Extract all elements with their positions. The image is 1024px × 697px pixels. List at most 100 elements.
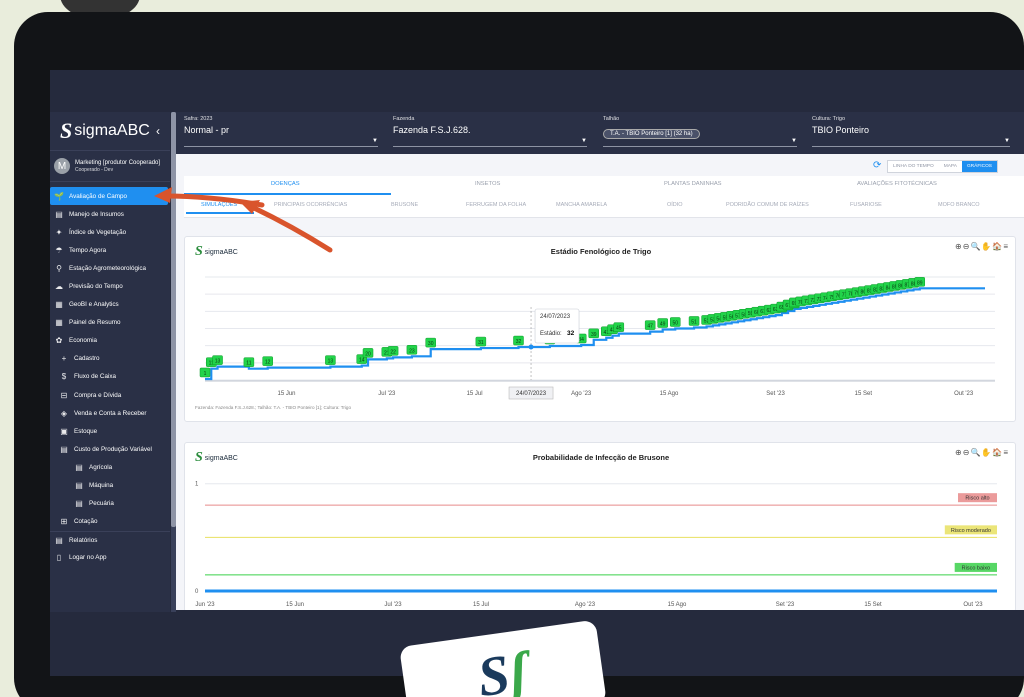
subtab-oidio[interactable]: OÍDIO: [667, 202, 683, 208]
x-tick-label: Ago '23: [571, 391, 592, 397]
sidebar-item-label: GeoBI e Analytics: [69, 301, 119, 309]
sidebar-item-cotacao[interactable]: ⊞ Cotação: [50, 513, 170, 531]
nav-icon: ▤: [60, 444, 68, 454]
data-label: 39: [591, 332, 597, 338]
sidebar-item-fluxo-de-caixa[interactable]: $ Fluxo de Caixa: [50, 368, 170, 386]
chart-brusone: 1 0 Risco alto Risco moderado Risco baixo Jun…: [184, 442, 1016, 610]
chart-brusone-svg[interactable]: 1 0 Risco alto Risco moderado Risco baixo Jun…: [185, 443, 1017, 610]
view-charts-button[interactable]: GRÁFICOS: [961, 161, 998, 172]
refresh-icon[interactable]: ⟳: [873, 160, 881, 171]
fazenda-select[interactable]: Fazenda Fazenda F.S.J.628. ▼: [393, 116, 587, 147]
view-toolbar: ⟳ LINHA DO TEMPO MAPA GRÁFICOS: [176, 154, 1024, 176]
sidebar-item-previsao-do-tempo[interactable]: ☁ Previsão do Tempo: [50, 277, 170, 295]
active-subtab-indicator: [186, 212, 254, 214]
tooltip-date: 24/07/2023: [540, 314, 571, 320]
x-tick-label: Ago '23: [575, 602, 596, 608]
sidebar-item-label: Estação Agrometeorológica: [69, 264, 147, 272]
x-tick-label: Out '23: [954, 391, 974, 397]
nav-icon: ▤: [75, 462, 83, 472]
logo-text: sigmaABC: [74, 122, 150, 139]
tab-insetos[interactable]: INSETOS: [475, 181, 500, 187]
sidebar-nav: 🌱 Avaliação de Campo ▤ Manejo de Insumos ✦ Ín…: [50, 182, 170, 567]
sidebar-item-geobi-e-analytics[interactable]: ▦ GeoBI e Analytics: [50, 296, 170, 314]
sidebar-item-painel-de-resumo[interactable]: ▦ Painel de Resumo: [50, 314, 170, 332]
data-label: 1: [204, 371, 207, 377]
subtab-mancha-amarela[interactable]: MANCHA AMARELA: [556, 202, 607, 208]
sidebar-item-venda-e-conta-a-receber[interactable]: ◈ Venda e Conta a Receber: [50, 404, 170, 422]
nav-icon: $: [61, 372, 67, 382]
x-tick-label: 15 Ago: [660, 391, 679, 397]
chart-toolbar[interactable]: ⊕⊖🔍✋🏠≡: [955, 448, 1009, 457]
x-tick-label: 15 Jul: [467, 391, 483, 397]
safra-label: Safra: 2023: [184, 116, 213, 122]
y-tick-label: 1: [195, 482, 199, 488]
chart-toolbar[interactable]: ⊕⊖🔍✋🏠≡: [955, 242, 1009, 251]
nav-icon: +: [61, 354, 67, 364]
view-map-button[interactable]: MAPA: [938, 161, 962, 172]
chevron-down-icon: ▼: [372, 138, 378, 144]
cultura-select[interactable]: Cultura: Trigo TBIO Ponteiro ▼: [812, 116, 1010, 147]
subtab-simulacoes[interactable]: SIMULAÇÕES: [201, 202, 237, 208]
app-screen: S sigmaABC ‹ M Marketing [produtor Coope…: [50, 70, 1024, 676]
sidebar-item-avaliacao-de-campo[interactable]: 🌱 Avaliação de Campo: [50, 187, 168, 206]
view-timeline-button[interactable]: LINHA DO TEMPO: [888, 161, 939, 172]
talhao-select[interactable]: Talhão T.A. - TBIO Ponteiro [1] (32 ha) …: [603, 116, 797, 147]
sidebar-item-logar-no-app[interactable]: ▯ Logar no App: [50, 549, 170, 567]
sidebar-item-estacao-agrometeorologica[interactable]: ⚲ Estação Agrometeorológica: [50, 259, 170, 277]
user-profile[interactable]: M Marketing [produtor Cooperado] Coopera…: [50, 150, 170, 182]
sidebar-item-custo-de-producao-variavel[interactable]: ▤ Custo de Produção Variável: [50, 440, 170, 458]
subtab-podridao-comum-de-raizes[interactable]: PODRIDÃO COMUM DE RAÍZES: [726, 202, 809, 208]
sidebar-item-indice-de-vegetacao[interactable]: ✦ Índice de Vegetação: [50, 223, 170, 241]
sigma-logo-icon: Sʃ: [474, 640, 532, 697]
data-label: 50: [672, 321, 678, 327]
talhao-chip[interactable]: T.A. - TBIO Ponteiro [1] (32 ha): [603, 129, 700, 139]
threshold-label: Risco baixo: [962, 565, 990, 571]
avatar: M: [54, 158, 70, 174]
x-tick-label: 15 Jul: [473, 602, 489, 608]
sidebar-item-estoque[interactable]: ▣ Estoque: [50, 422, 170, 440]
fazenda-label: Fazenda: [393, 116, 415, 122]
sidebar-item-label: Agrícola: [89, 463, 113, 471]
nav-icon: ⊞: [60, 517, 68, 527]
sidebar-item-tempo-agora[interactable]: ☂ Tempo Agora: [50, 241, 170, 259]
nav-icon: ⊟: [60, 390, 68, 400]
sidebar-item-compra-e-divida[interactable]: ⊟ Compra e Dívida: [50, 386, 170, 404]
collapse-sidebar-button[interactable]: ‹: [156, 124, 160, 138]
sidebar-item-economia[interactable]: ✿ Economia: [50, 332, 170, 350]
chart-estadio-svg[interactable]: 15 Jun Jul '23 15 Jul Ago '23 15 Ago Set '23 1…: [185, 237, 1017, 423]
x-tick-label: Jun '23: [195, 602, 215, 608]
tab-doencas[interactable]: DOENÇAS: [271, 181, 300, 187]
sidebar-item-label: Avaliação de Campo: [69, 192, 127, 200]
sidebar-item-agricola[interactable]: ▤ Agrícola: [50, 458, 170, 476]
data-label: 51: [691, 319, 697, 325]
sidebar-item-maquina[interactable]: ▤ Máquina: [50, 477, 170, 495]
sidebar-item-cadastro[interactable]: + Cadastro: [50, 350, 170, 368]
tooltip-value: 32: [567, 330, 575, 337]
axis-crosshair-label: 24/07/2023: [516, 391, 547, 397]
data-label: 32: [516, 339, 522, 345]
sidebar-item-relatorios[interactable]: ▤ Relatórios: [50, 530, 170, 549]
sidebar-item-pecuaria[interactable]: ▤ Pecuária: [50, 495, 170, 513]
nav-icon: ⚲: [56, 263, 62, 273]
sidebar-item-label: Cadastro: [74, 355, 100, 363]
data-label: 23: [409, 348, 415, 354]
sidebar-item-manejo-de-insumos[interactable]: ▤ Manejo de Insumos: [50, 205, 170, 223]
subtab-brusone[interactable]: BRUSONE: [391, 202, 418, 208]
sidebar-item-label: Pecuária: [89, 500, 114, 508]
data-label: 20: [365, 351, 371, 357]
subtab-fusariose[interactable]: FUSARIOSE: [850, 202, 882, 208]
sidebar: S sigmaABC ‹ M Marketing [produtor Coope…: [50, 112, 170, 612]
subtab-ferrugem-da-folha[interactable]: FERRUGEM DA FOLHA: [466, 202, 526, 208]
tab-avaliacoes-fitotecnicas[interactable]: AVALIAÇÕES FITOTÉCNICAS: [857, 181, 937, 187]
safra-select[interactable]: Safra: 2023 Normal - pr ▼: [184, 116, 378, 147]
data-label: 13: [215, 359, 221, 365]
tab-plantas-daninhas[interactable]: PLANTAS DANINHAS: [664, 181, 722, 187]
nav-icon: ▦: [55, 318, 63, 328]
data-label: 13: [328, 359, 334, 365]
threshold-label: Risco alto: [965, 496, 989, 502]
data-label: 89: [917, 280, 923, 286]
subtab-principais-ocorrencias[interactable]: PRINCIPAIS OCORRÊNCIAS: [274, 202, 347, 208]
nav-icon: ☂: [55, 245, 63, 255]
nav-icon: ▤: [55, 535, 63, 545]
subtab-mofo-branco[interactable]: MOFO BRANCO: [938, 202, 980, 208]
